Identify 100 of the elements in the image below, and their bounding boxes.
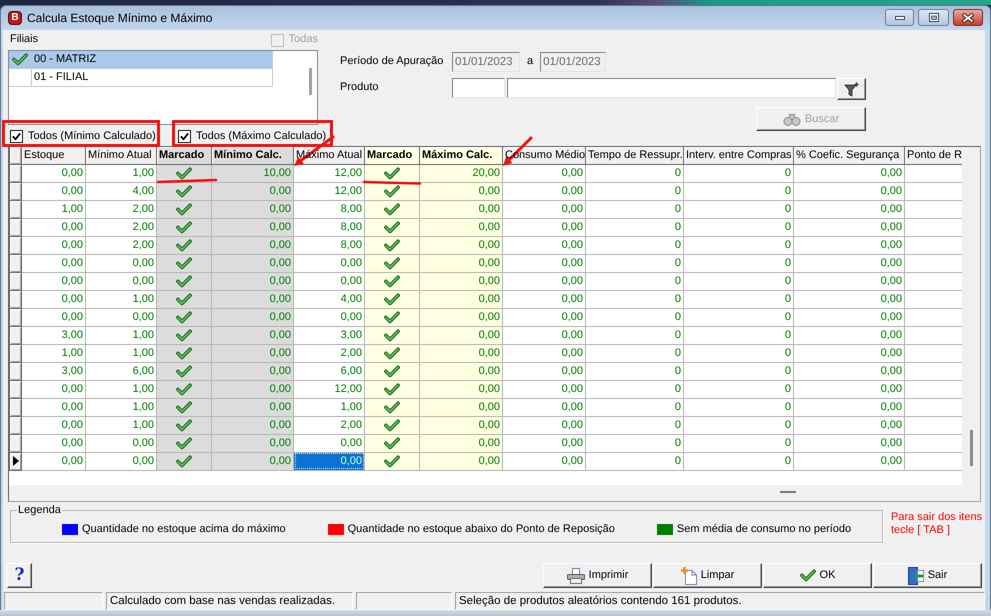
close-button[interactable] — [953, 9, 983, 26]
column-header[interactable]: Estoque — [22, 147, 86, 164]
check-icon — [384, 184, 400, 198]
table-cell: 0,00 — [212, 200, 294, 218]
table-cell[interactable] — [156, 380, 212, 398]
table-cell[interactable] — [364, 200, 420, 218]
column-header[interactable]: Mínimo Atual — [86, 147, 156, 164]
table-cell[interactable] — [156, 272, 212, 290]
row-indicator[interactable] — [10, 452, 22, 470]
checkbox[interactable] — [10, 130, 23, 143]
table-cell[interactable] — [156, 290, 212, 308]
table-cell: 0 — [586, 164, 684, 182]
table-cell[interactable] — [156, 398, 212, 416]
checkbox-label[interactable]: Todos (Máximo Calculado) — [196, 130, 326, 144]
check-icon — [12, 53, 28, 66]
table-cell[interactable] — [364, 164, 420, 182]
check-icon — [384, 454, 400, 468]
product-code-field[interactable] — [452, 78, 505, 98]
maximize-button[interactable] — [918, 9, 949, 26]
table-cell[interactable] — [364, 272, 420, 290]
list-item[interactable]: 00 - MATRIZ — [9, 51, 273, 69]
table-cell[interactable] — [364, 434, 420, 452]
table-cell[interactable] — [156, 200, 212, 218]
table-cell[interactable] — [364, 344, 420, 362]
column-header[interactable]: Marcado — [156, 147, 212, 164]
table-cell: 0,00 — [420, 434, 502, 452]
column-header[interactable]: Tempo de Ressupr. — [586, 147, 684, 164]
table-cell[interactable] — [364, 380, 420, 398]
check-mark-icon — [180, 132, 189, 141]
table-cell[interactable] — [156, 254, 212, 272]
list-item[interactable]: 01 - FILIAL — [9, 69, 273, 87]
table-cell[interactable] — [156, 236, 212, 254]
table-cell[interactable] — [156, 434, 212, 452]
table-cell[interactable] — [156, 308, 212, 326]
table-cell[interactable] — [156, 218, 212, 236]
table-cell[interactable] — [364, 326, 420, 344]
table-cell[interactable] — [364, 416, 420, 434]
table-cell: 0,00 — [794, 344, 904, 362]
table-cell[interactable] — [364, 254, 420, 272]
table-cell: 0,00 — [22, 218, 86, 236]
table-cell[interactable] — [156, 344, 212, 362]
column-header[interactable]: % Coefic. Segurança — [794, 147, 904, 164]
column-header[interactable]: Marcado — [364, 147, 420, 164]
product-name-field[interactable] — [507, 78, 836, 98]
print-button[interactable]: Imprimir — [543, 563, 652, 588]
table-cell: 1,00 — [86, 416, 156, 434]
table-cell: 0,00 — [22, 452, 86, 470]
check-icon — [176, 274, 192, 288]
check-icon — [176, 184, 192, 198]
table-cell: 10,00 — [212, 164, 294, 182]
table-cell[interactable] — [364, 398, 420, 416]
table-cell[interactable] — [156, 182, 212, 200]
table-cell[interactable] — [364, 218, 420, 236]
hint-text: Para sair dos itens tecle [ TAB ] — [891, 511, 984, 537]
table-cell: 0 — [684, 218, 794, 236]
help-button[interactable]: ? — [7, 563, 32, 588]
table-cell: 0 — [684, 272, 794, 290]
table-cell: 0 — [586, 362, 684, 380]
table-cell: 0,00 — [502, 326, 586, 344]
checkbox-label: Todas — [288, 33, 318, 47]
table-cell: 0,00 — [22, 416, 86, 434]
table-cell[interactable] — [156, 452, 212, 470]
table-cell: 0,00 — [22, 182, 86, 200]
window-title: Calcula Estoque Mínimo e Máximo — [27, 10, 212, 26]
table-cell[interactable] — [156, 326, 212, 344]
table-cell: 0,00 — [502, 434, 586, 452]
exit-button[interactable]: Sair — [873, 563, 982, 588]
table-cell[interactable] — [156, 362, 212, 380]
row-pointer-icon — [12, 456, 18, 466]
scrollbar-thumb[interactable] — [970, 430, 973, 466]
ok-button[interactable]: OK — [763, 563, 872, 588]
table-cell: 1,00 — [86, 164, 156, 182]
table-cell[interactable] — [364, 290, 420, 308]
table-cell[interactable] — [156, 416, 212, 434]
column-header[interactable]: Interv. entre Compras — [684, 147, 794, 164]
column-header[interactable]: Máximo Calc. — [420, 147, 502, 164]
table-cell: 0,00 — [212, 182, 294, 200]
checkbox-label[interactable]: Todos (Mínimo Calculado) — [28, 130, 156, 144]
checkbox[interactable] — [178, 130, 191, 143]
table-cell: 0,00 — [420, 398, 502, 416]
table-cell: 0,00 — [420, 254, 502, 272]
table-cell: 0,00 — [212, 380, 294, 398]
clear-button[interactable]: Limpar — [653, 563, 762, 588]
table-cell: 0,00 — [794, 308, 904, 326]
check-icon — [176, 382, 192, 396]
table-cell[interactable] — [364, 362, 420, 380]
table-cell[interactable] — [364, 452, 420, 470]
column-header[interactable]: Mínimo Calc. — [212, 147, 294, 164]
table-cell[interactable] — [364, 236, 420, 254]
filter-button[interactable] — [837, 78, 866, 100]
table-cell: 0,00 — [502, 452, 586, 470]
scrollbar-thumb[interactable] — [309, 68, 312, 95]
table-cell: 0,00 — [502, 236, 586, 254]
table-cell: 0,00 — [794, 380, 904, 398]
table-cell: 2,00 — [86, 200, 156, 218]
minimize-button[interactable] — [885, 9, 914, 26]
legend-label: Sem média de consumo no período — [676, 522, 852, 536]
column-header[interactable]: Ponto de R — [904, 147, 962, 164]
table-cell[interactable] — [364, 308, 420, 326]
table-cell: 0,00 — [22, 236, 86, 254]
